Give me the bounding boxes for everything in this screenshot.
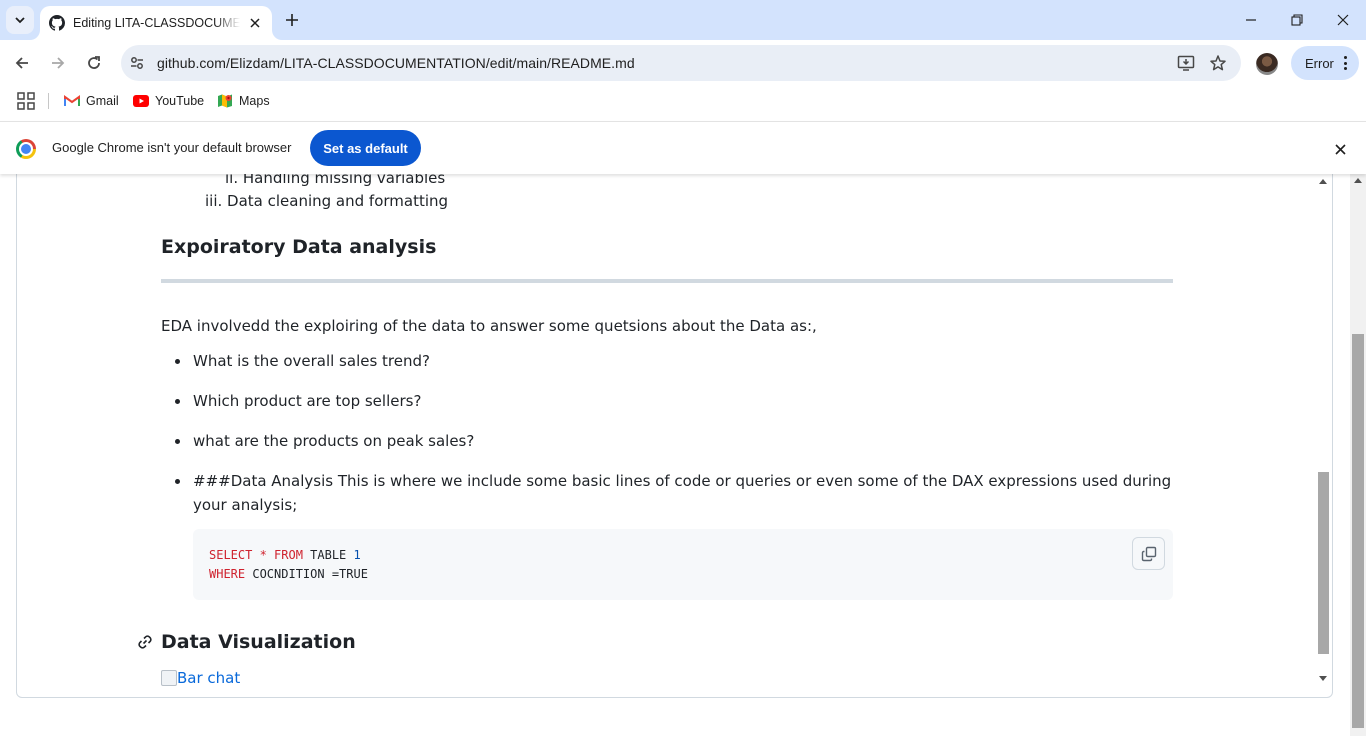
set-as-default-button[interactable]: Set as default <box>310 130 421 166</box>
close-icon <box>250 18 260 28</box>
list-item-iii: iii. Data cleaning and formatting <box>205 192 449 210</box>
heading-eda: Expoiratory Data analysis <box>161 236 437 258</box>
code-number: 1 <box>353 548 361 562</box>
install-app-button[interactable] <box>1174 51 1198 75</box>
star-icon <box>1210 55 1226 71</box>
code-content: SELECT * FROM TABLE 1 WHERE COCNDITION =… <box>209 546 368 584</box>
minimize-icon <box>1246 19 1256 21</box>
tab-title: Editing LITA-CLASSDOCUMENTATION/README.m… <box>73 16 240 30</box>
list-item-ii: ii. Handling missing variables <box>225 174 446 187</box>
chrome-logo-icon <box>16 139 36 159</box>
code-block: SELECT * FROM TABLE 1 WHERE COCNDITION =… <box>193 529 1173 600</box>
scroll-up-arrow-icon[interactable] <box>1319 179 1327 184</box>
bookmark-gmail[interactable]: Gmail <box>64 90 119 112</box>
profile-avatar[interactable] <box>1256 53 1278 75</box>
code-keyword: * FROM <box>252 548 303 562</box>
restore-button[interactable] <box>1274 0 1320 40</box>
close-icon <box>1337 14 1349 26</box>
url-text: github.com/Elizdam/LITA-CLASSDOCUMENTATI… <box>157 55 635 71</box>
heading-data-visualization: Data Visualization <box>161 631 356 653</box>
copy-code-button[interactable] <box>1132 537 1165 570</box>
scrollbar-thumb[interactable] <box>1352 334 1364 728</box>
bar-chart-image-link[interactable]: Bar chat <box>161 669 240 687</box>
bookmarks-separator <box>48 93 49 109</box>
broken-image-icon <box>161 670 177 686</box>
bookmark-maps[interactable]: Maps <box>217 90 270 112</box>
site-info-button[interactable] <box>123 49 151 77</box>
markdown-preview-pane: ii. Handling missing variables iii. Data… <box>16 174 1333 698</box>
browser-toolbar: github.com/Elizdam/LITA-CLASSDOCUMENTATI… <box>0 40 1366 86</box>
back-button[interactable] <box>6 47 38 79</box>
infobar-close-button[interactable] <box>1330 139 1350 159</box>
scroll-down-arrow-icon[interactable] <box>1319 676 1327 681</box>
address-bar[interactable]: github.com/Elizdam/LITA-CLASSDOCUMENTATI… <box>121 45 1241 81</box>
profile-error-label: Error <box>1305 55 1334 71</box>
eda-question-list: What is the overall sales trend? Which p… <box>161 349 1173 533</box>
chevron-down-icon <box>15 17 25 24</box>
heading-divider <box>161 279 1173 283</box>
list-item: ###Data Analysis This is where we includ… <box>161 469 1173 517</box>
minimize-button[interactable] <box>1228 0 1274 40</box>
list-item: Which product are top sellers? <box>161 389 1173 413</box>
maps-icon <box>217 93 233 109</box>
profile-error-button[interactable]: Error <box>1291 46 1359 80</box>
scroll-up-arrow-icon[interactable] <box>1354 178 1362 183</box>
tab-close-button[interactable] <box>246 14 264 32</box>
link-icon[interactable] <box>137 634 153 650</box>
reload-button[interactable] <box>78 47 110 79</box>
copy-icon <box>1141 546 1156 561</box>
page-scrollbar[interactable] <box>1350 174 1366 736</box>
install-icon <box>1177 55 1195 71</box>
youtube-icon <box>133 93 149 109</box>
code-text: TABLE <box>302 548 354 562</box>
gmail-icon <box>64 93 80 109</box>
more-menu-icon <box>1343 56 1347 70</box>
list-item: what are the products on peak sales? <box>161 429 1173 453</box>
reload-icon <box>88 56 100 69</box>
page-viewport: ii. Handling missing variables iii. Data… <box>0 174 1350 736</box>
restore-icon <box>1291 14 1303 26</box>
bookmark-label: Maps <box>239 94 270 108</box>
apps-grid-icon[interactable] <box>16 91 36 111</box>
bookmark-label: Gmail <box>86 94 119 108</box>
default-browser-infobar: Google Chrome isn't your default browser… <box>0 121 1366 174</box>
tune-icon <box>131 57 143 69</box>
active-tab[interactable]: Editing LITA-CLASSDOCUMENTATION/README.m… <box>40 6 272 40</box>
infobar-message: Google Chrome isn't your default browser <box>52 140 292 155</box>
code-keyword: SELECT <box>209 548 253 562</box>
list-item: What is the overall sales trend? <box>161 349 1173 373</box>
close-window-button[interactable] <box>1320 0 1366 40</box>
forward-button[interactable] <box>42 47 74 79</box>
bookmark-star-button[interactable] <box>1206 51 1230 75</box>
plus-icon <box>286 14 298 26</box>
preview-scrollbar[interactable] <box>1316 175 1331 687</box>
bookmark-youtube[interactable]: YouTube <box>133 90 204 112</box>
bookmark-label: YouTube <box>155 94 205 108</box>
github-icon <box>49 15 65 31</box>
new-tab-button[interactable] <box>280 8 304 32</box>
bookmarks-bar: Gmail YouTube Maps <box>0 86 1366 116</box>
code-keyword: WHERE <box>209 567 246 581</box>
image-alt-text: Bar chat <box>177 669 241 687</box>
close-icon <box>1334 143 1346 155</box>
code-text: COCNDITION =TRUE <box>245 567 368 581</box>
eda-paragraph: EDA involvedd the exploiring of the data… <box>161 317 817 335</box>
scrollbar-thumb[interactable] <box>1318 472 1329 654</box>
tab-strip: Editing LITA-CLASSDOCUMENTATION/README.m… <box>0 0 1366 40</box>
arrow-right-icon <box>52 57 65 69</box>
arrow-left-icon <box>15 57 28 69</box>
